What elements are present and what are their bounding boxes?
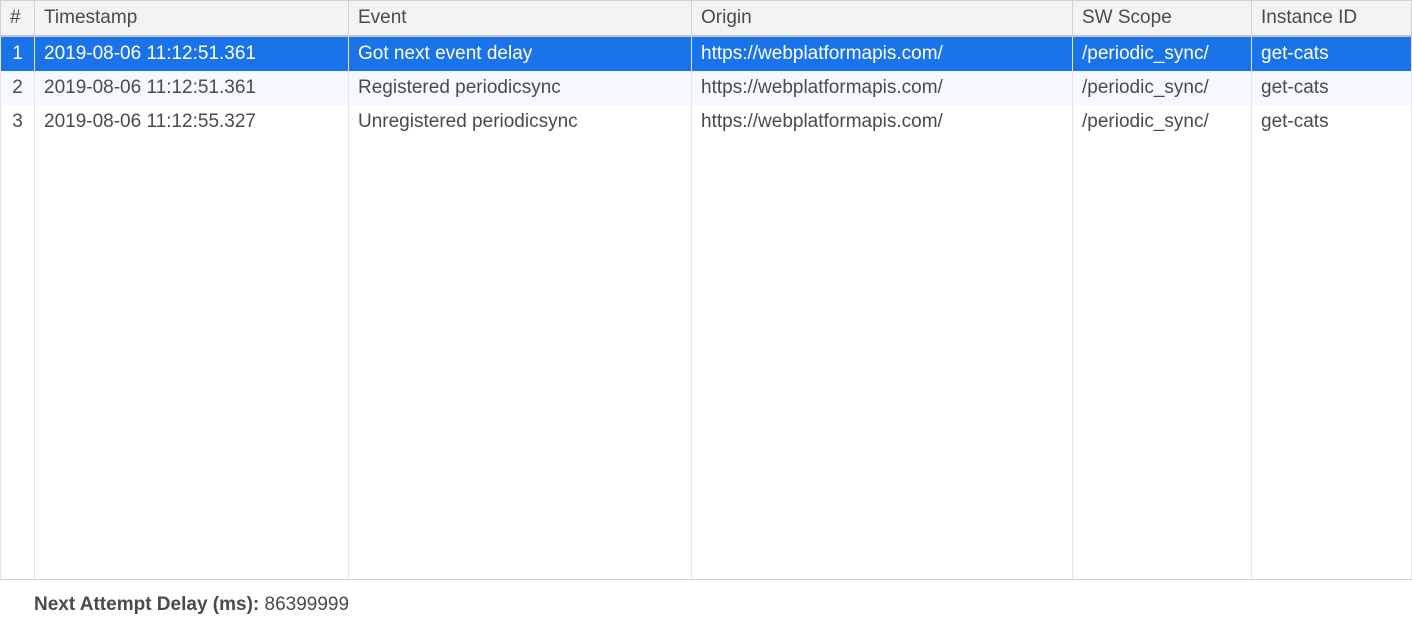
event-log-table: # Timestamp Event Origin SW Scope Instan… <box>0 0 1412 579</box>
table-header-row: # Timestamp Event Origin SW Scope Instan… <box>1 1 1412 37</box>
cell-timestamp: 2019-08-06 11:12:51.361 <box>35 36 349 71</box>
table-filler-row <box>1 139 1412 579</box>
event-log-body: 12019-08-06 11:12:51.361Got next event d… <box>1 36 1412 579</box>
cell-scope: /periodic_sync/ <box>1073 36 1252 71</box>
cell-scope: /periodic_sync/ <box>1073 71 1252 105</box>
status-bar: Next Attempt Delay (ms): 86399999 <box>0 580 1412 630</box>
event-log-table-container: # Timestamp Event Origin SW Scope Instan… <box>0 0 1412 580</box>
col-header-index[interactable]: # <box>1 1 35 37</box>
cell-instance_id: get-cats <box>1252 71 1412 105</box>
cell-origin: https://webplatformapis.com/ <box>692 105 1073 139</box>
cell-origin: https://webplatformapis.com/ <box>692 36 1073 71</box>
table-row[interactable]: 22019-08-06 11:12:51.361Registered perio… <box>1 71 1412 105</box>
next-attempt-label: Next Attempt Delay (ms): <box>34 594 265 615</box>
cell-index: 1 <box>1 36 35 71</box>
cell-event: Registered periodicsync <box>349 71 692 105</box>
cell-instance_id: get-cats <box>1252 105 1412 139</box>
next-attempt-value: 86399999 <box>265 594 350 615</box>
cell-scope: /periodic_sync/ <box>1073 105 1252 139</box>
table-row[interactable]: 32019-08-06 11:12:55.327Unregistered per… <box>1 105 1412 139</box>
col-header-scope[interactable]: SW Scope <box>1073 1 1252 37</box>
cell-index: 2 <box>1 71 35 105</box>
cell-index: 3 <box>1 105 35 139</box>
col-header-timestamp[interactable]: Timestamp <box>35 1 349 37</box>
cell-timestamp: 2019-08-06 11:12:51.361 <box>35 71 349 105</box>
col-header-instance-id[interactable]: Instance ID <box>1252 1 1412 37</box>
table-row[interactable]: 12019-08-06 11:12:51.361Got next event d… <box>1 36 1412 71</box>
cell-origin: https://webplatformapis.com/ <box>692 71 1073 105</box>
col-header-origin[interactable]: Origin <box>692 1 1073 37</box>
cell-event: Unregistered periodicsync <box>349 105 692 139</box>
cell-instance_id: get-cats <box>1252 36 1412 71</box>
cell-event: Got next event delay <box>349 36 692 71</box>
cell-timestamp: 2019-08-06 11:12:55.327 <box>35 105 349 139</box>
col-header-event[interactable]: Event <box>349 1 692 37</box>
